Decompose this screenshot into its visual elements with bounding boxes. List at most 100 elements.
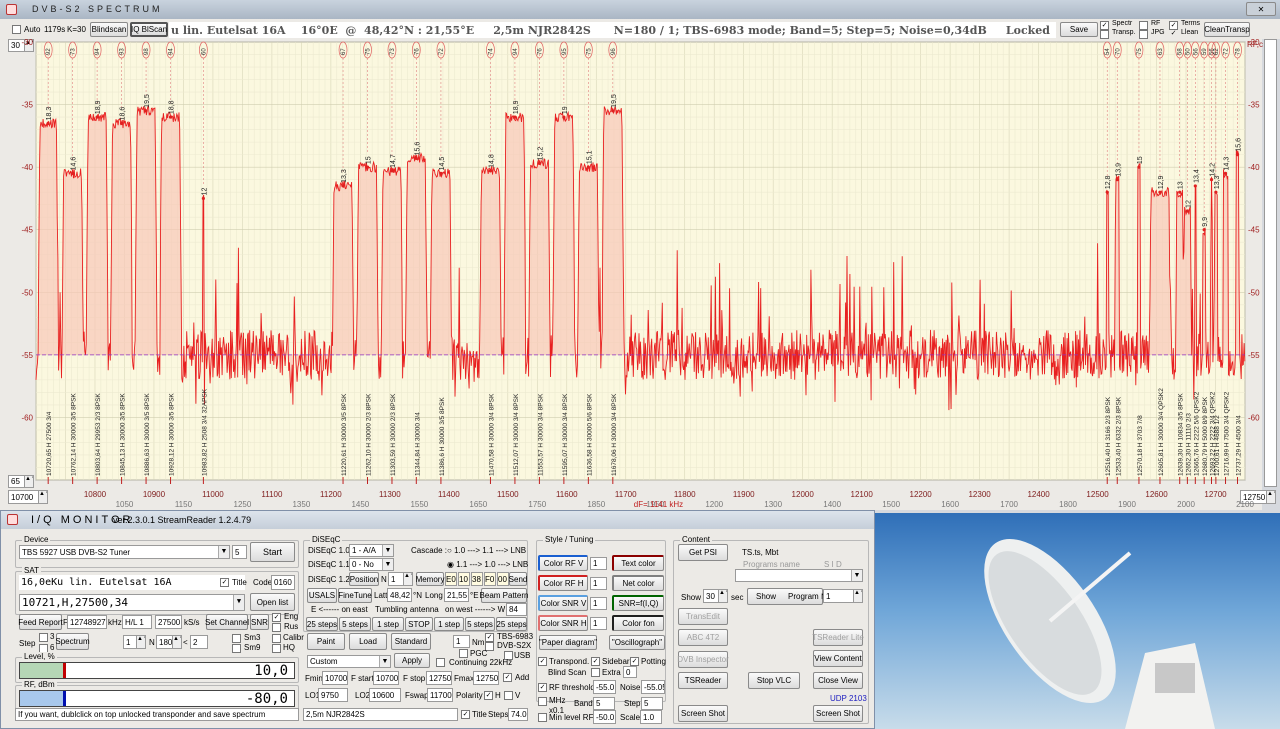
fstart-input[interactable]: 10700 xyxy=(373,671,399,685)
steps-input[interactable]: 74.0 xyxy=(508,708,528,721)
v2-spinner[interactable]: 2 xyxy=(190,635,208,649)
view-content-button[interactable]: View Content xyxy=(813,650,863,667)
fswap-input[interactable]: 11700 xyxy=(427,688,453,702)
sidebar-checkbox[interactable]: ✓ xyxy=(591,657,600,666)
text-color-button[interactable]: Text color xyxy=(612,555,664,571)
feed-report-button[interactable]: Feed Report xyxy=(19,614,62,630)
rf-threshold-input[interactable]: -55.0 xyxy=(593,680,616,694)
mem-byte-3[interactable]: 38 xyxy=(471,572,483,586)
cascade-option-2[interactable]: ◉ 1.1 ---> 1.0 ---> LNB xyxy=(447,560,528,569)
nm-spinner[interactable]: 1 xyxy=(453,635,470,648)
chevron-down-icon[interactable]: ▼ xyxy=(382,559,393,570)
transpond-checkbox[interactable]: ✓ xyxy=(538,657,547,666)
standard-button[interactable]: Standard xyxy=(391,633,431,650)
step3-checkbox[interactable] xyxy=(39,633,48,642)
set-channel-button[interactable]: Set Channel xyxy=(206,614,248,630)
clean-checkbox[interactable]: ✓ xyxy=(1169,30,1178,39)
min-level-rf-checkbox[interactable] xyxy=(538,713,547,722)
chevron-down-icon[interactable]: ▼ xyxy=(218,546,229,558)
west-1-step-button[interactable]: 1 step xyxy=(434,617,464,631)
auto-checkbox[interactable] xyxy=(12,25,21,34)
stop-button[interactable]: STOP xyxy=(405,617,433,631)
color-fon-button[interactable]: Color fon xyxy=(612,615,664,631)
tsreader-lite-button[interactable]: TSReader Lite xyxy=(813,629,863,646)
antenna-input[interactable]: 2,5m NJR2842S xyxy=(303,708,458,721)
position-button[interactable]: Position xyxy=(349,572,379,586)
oscillograph-button[interactable]: "Oscillograph" xyxy=(609,635,665,650)
pol-h-checkbox[interactable]: ✓ xyxy=(484,691,493,700)
position-spinner[interactable]: 1▲▼ xyxy=(388,572,413,586)
code-input[interactable]: 0160 xyxy=(271,575,295,590)
chevron-down-icon[interactable]: ▼ xyxy=(379,656,390,667)
sat-name-input[interactable]: 16,0eKu lin. Eutelsat 16A xyxy=(19,575,245,590)
chevron-down-icon[interactable]: ▼ xyxy=(233,595,244,610)
dvb-inspector-button[interactable]: DVB Inspector xyxy=(678,651,728,668)
finetune-button[interactable]: FineTune xyxy=(338,588,372,603)
close-view-button[interactable]: Close View xyxy=(813,672,863,689)
extra-checkbox[interactable] xyxy=(591,668,600,677)
send-button[interactable]: Send xyxy=(509,572,527,586)
start-button[interactable]: Start xyxy=(250,542,295,562)
rf-v-width-spinner[interactable]: 1 xyxy=(590,557,607,570)
show-program-button[interactable]: ShowProgram № xyxy=(747,588,823,605)
chevron-down-icon[interactable]: ▼ xyxy=(382,545,393,556)
close-button[interactable]: ✕ xyxy=(1246,2,1276,16)
jpg-checkbox[interactable] xyxy=(1139,30,1148,39)
apply-button[interactable]: Apply xyxy=(394,653,430,668)
blindscan-button[interactable]: Blindscan xyxy=(90,22,128,37)
spin-arrows-icon[interactable]: ▲▼ xyxy=(136,636,145,648)
noise-input[interactable]: -55.05 xyxy=(641,680,665,694)
frequency-input[interactable]: 12748927 xyxy=(67,615,107,629)
sm9-checkbox[interactable] xyxy=(232,644,241,653)
get-psi-button[interactable]: Get PSI xyxy=(678,544,728,561)
min-level-rf-input[interactable]: -50.0 xyxy=(593,710,616,724)
east-1-step-button[interactable]: 1 step xyxy=(372,617,404,631)
color-rf-v-button[interactable]: Color RF V xyxy=(538,555,588,571)
scan-info-field[interactable]: u lin. Eutelsat 16A 16°0E @ 48,42°N : 21… xyxy=(169,22,1056,38)
fmin-input[interactable]: 10700 xyxy=(322,671,348,685)
tuner-select[interactable]: TBS 5927 USB DVB-S2 Tuner▼ xyxy=(19,545,230,559)
mem-byte-1[interactable]: E0 xyxy=(445,572,457,586)
step-tuning-spinner[interactable]: 5 xyxy=(641,697,663,710)
west-5-steps-button[interactable]: 5 steps xyxy=(465,617,495,631)
mem-byte-5[interactable]: 00 xyxy=(497,572,509,586)
antenna-title-checkbox[interactable]: ✓ xyxy=(461,710,470,719)
screenshot-left-button[interactable]: Screen Shot xyxy=(678,705,728,722)
diseqc11-select[interactable]: 0 - No▼ xyxy=(349,558,394,571)
memory-button[interactable]: Memory xyxy=(416,572,444,586)
spin-arrows-icon[interactable]: ▲▼ xyxy=(403,573,412,585)
tbs-checkbox[interactable]: ✓ xyxy=(485,633,494,642)
usals-button[interactable]: USALS xyxy=(307,588,337,603)
screenshot-right-button[interactable]: Screen Shot xyxy=(813,705,863,722)
east-5-steps-button[interactable]: 5 steps xyxy=(339,617,371,631)
transedit-button[interactable]: TransEdit xyxy=(678,608,728,625)
west-25-steps-button[interactable]: 25 steps xyxy=(496,617,527,631)
rus-checkbox[interactable] xyxy=(272,623,281,632)
mem-byte-2[interactable]: 10 xyxy=(458,572,470,586)
east-25-steps-button[interactable]: 25 steps xyxy=(306,617,338,631)
diseqc10-select[interactable]: 1 - A/A▼ xyxy=(349,544,394,557)
transp-checkbox[interactable] xyxy=(1100,30,1109,39)
rf-h-width-spinner[interactable]: 1 xyxy=(590,577,607,590)
long-input[interactable]: 21,55 xyxy=(444,588,469,602)
hq-checkbox[interactable] xyxy=(272,644,281,653)
color-snr-v-button[interactable]: Color SNR V xyxy=(538,595,588,611)
iq-blscan-button[interactable]: IQ BlScan xyxy=(130,22,168,37)
latt-input[interactable]: 48,42 xyxy=(387,588,412,602)
scale-input[interactable]: 1.0 xyxy=(640,710,662,724)
spin-arrows-icon[interactable]: ▲▼ xyxy=(172,636,181,648)
mem-byte-4[interactable]: F0 xyxy=(484,572,496,586)
tsreader-button[interactable]: TSReader xyxy=(678,672,728,689)
fstop-input[interactable]: 12750 xyxy=(426,671,452,685)
add-checkbox[interactable]: ✓ xyxy=(503,673,512,682)
paper-diagram-button[interactable]: "Paper diagram" xyxy=(539,635,597,650)
band-spinner[interactable]: 5 xyxy=(593,697,615,710)
symbol-rate-input[interactable]: 27500 xyxy=(155,615,182,629)
programs-select[interactable]: ▼ xyxy=(735,569,863,582)
snr-h-width-spinner[interactable]: 1 xyxy=(590,617,607,630)
lo2-input[interactable]: 10600 xyxy=(369,688,401,702)
n-spinner[interactable]: 180▲▼ xyxy=(156,635,182,649)
beam-pattern-button[interactable]: Beam Pattern xyxy=(481,588,527,603)
rf-threshold-checkbox[interactable]: ✓ xyxy=(538,683,547,692)
pol-v-checkbox[interactable] xyxy=(504,691,513,700)
